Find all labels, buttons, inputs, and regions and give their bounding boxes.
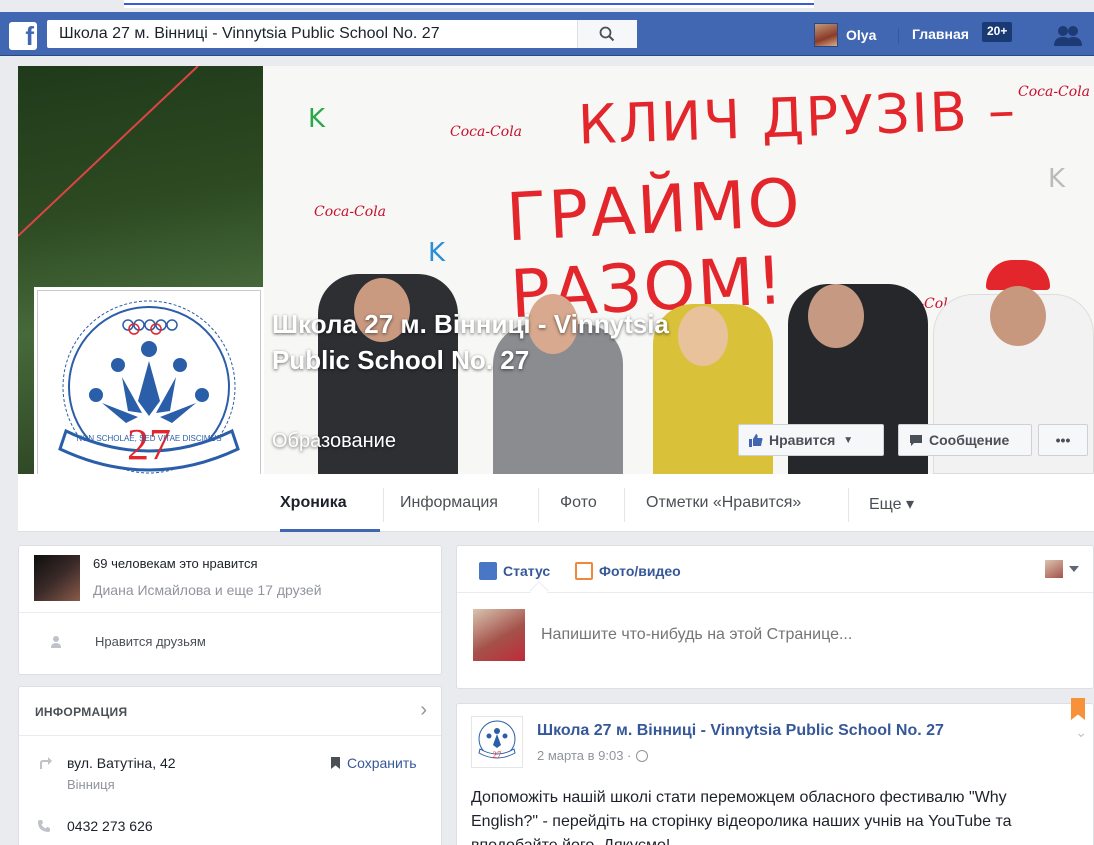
tab-divider [383,488,384,522]
directions-icon [40,757,52,769]
cover-decorative-line [18,66,199,237]
tab-likes[interactable]: Отметки «Нравится» [646,494,801,512]
address-city: Вінниця [67,777,115,792]
chevron-down-icon [1069,566,1079,572]
coca-cola-logo-icon: Coca-Cola [450,124,523,140]
top-nav-bar: f Olya Главная 20+ [0,12,1094,56]
search-button[interactable] [577,20,637,48]
nav-divider [898,28,899,44]
friend-requests-icon[interactable] [1050,22,1086,50]
more-icon: ••• [1055,432,1071,448]
tab-pointer [529,581,549,601]
page-title: Школа 27 м. Вінниці - Vinnytsia Public S… [272,309,669,375]
friends-who-like[interactable]: Диана Исмайлова и еще 17 друзей [93,582,322,598]
search-input[interactable] [47,20,572,48]
post-as-selector[interactable] [1045,560,1079,578]
tab-timeline[interactable]: Хроника [280,494,347,512]
divider [19,612,441,613]
friends-like-row[interactable]: Нравится друзьям [49,634,206,649]
message-icon [910,435,922,446]
facebook-logo-icon[interactable]: f [9,21,37,51]
message-button-label: Сообщение [929,432,1010,448]
more-options-button[interactable]: ••• [1038,424,1088,456]
notification-badge[interactable]: 20+ [982,22,1013,42]
information-heading[interactable]: ИНФОРМАЦИЯ [35,705,127,719]
top-link-underline [124,0,814,8]
status-tab[interactable]: Статус [479,562,550,580]
tab-divider [848,488,849,522]
tab-information[interactable]: Информация [400,494,498,512]
user-name: Olya [846,27,877,43]
likes-card: 69 человекам это нравится Диана Исмайлов… [18,545,442,675]
k-logo-icon: K [428,238,446,268]
friend-icon [51,635,61,648]
post-author-name[interactable]: Школа 27 м. Вінниці - Vinnytsia Public S… [537,722,944,740]
message-button[interactable]: Сообщение [898,424,1032,456]
avatar[interactable] [34,555,80,601]
logo-number: 27 [127,420,171,469]
divider [19,735,441,736]
tab-photos[interactable]: Фото [560,494,597,512]
bookmark-flag-icon[interactable] [1071,698,1085,720]
divider [457,592,1093,593]
composer-input[interactable] [541,626,1061,644]
post: ⌄ 27 Школа 27 м. Вінниці - Vinnytsia Pub… [456,698,1094,845]
logo-motto: NON SCHOLAE, SED VITAE DISCIMUS [76,434,221,443]
tab-divider [624,488,625,522]
status-tab-label: Статус [503,563,551,579]
k-logo-icon: K [1048,164,1066,194]
avatar [473,609,525,661]
search-box [47,20,637,48]
post-timestamp[interactable]: 2 марта в 9:03 · [537,748,649,763]
photo-icon [575,562,593,580]
active-tab-indicator [280,529,380,532]
photo-video-tab-label: Фото/видео [599,563,681,579]
save-place-button[interactable]: Сохранить [331,755,417,771]
avatar [1045,560,1063,578]
avatar [814,23,838,47]
thumbs-up-icon [749,434,763,447]
phone-icon [38,820,50,832]
chevron-right-icon[interactable]: › [420,699,427,722]
post-body: Допоможіть нашій школі стати переможцем … [471,789,1012,845]
person-head [808,284,864,348]
coca-cola-logo-icon: Coca-Cola [314,204,387,220]
coca-cola-logo-icon: Coca-Cola [1018,84,1091,100]
logo-number: 27 [493,750,503,760]
information-card: ИНФОРМАЦИЯ › вул. Ватутіна, 42 Вінниця С… [18,686,442,845]
post-time-text: 2 марта в 9:03 · [537,748,632,763]
chevron-down-icon[interactable]: ⌄ [1075,724,1087,741]
address-street[interactable]: вул. Ватутіна, 42 [67,755,176,771]
tab-more[interactable]: Еще ▾ [869,494,914,514]
globe-icon [636,749,649,762]
search-icon [599,26,615,42]
page-category[interactable]: Образование [272,430,396,453]
chevron-down-icon: ▼ [843,434,854,446]
tab-divider [538,488,539,522]
person-head [990,286,1046,346]
post-composer: Статус Фото/видео [456,545,1094,689]
page-tabs: Хроника Информация Фото Отметки «Нравитс… [18,474,1094,532]
pencil-icon [479,562,497,580]
school-logo: 27 [478,720,516,760]
home-link[interactable]: Главная [912,26,969,42]
nav-profile-link[interactable]: Olya [814,22,876,48]
post-author-avatar[interactable]: 27 [471,716,523,768]
like-button-label: Нравится [769,432,836,448]
friends-like-label: Нравится друзьям [95,634,206,649]
photo-video-tab[interactable]: Фото/видео [575,562,681,580]
like-page-button[interactable]: Нравится ▼ [738,424,884,456]
k-logo-icon: K [308,104,326,134]
phone-number[interactable]: 0432 273 626 [67,818,153,834]
likes-count[interactable]: 69 человекам это нравится [93,556,258,571]
save-label: Сохранить [347,755,417,771]
bookmark-icon [331,757,340,769]
